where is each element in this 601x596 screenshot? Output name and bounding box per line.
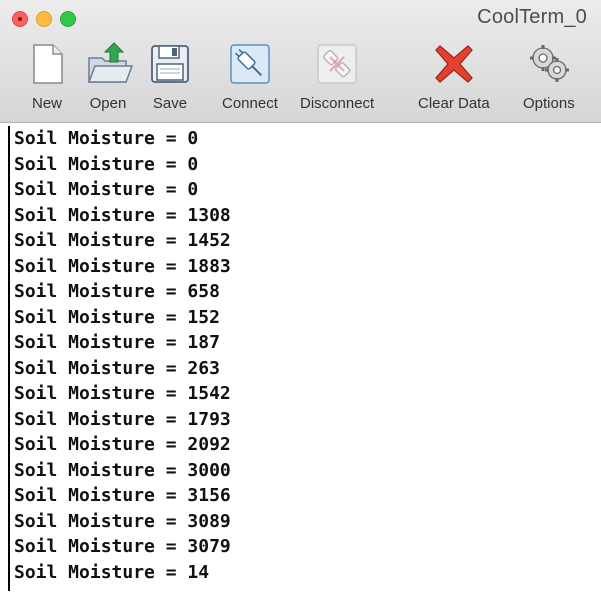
disconnect-button[interactable]: Disconnect — [300, 42, 374, 118]
terminal-output[interactable]: Soil Moisture = 0 Soil Moisture = 0 Soil… — [0, 123, 601, 596]
terminal-line: Soil Moisture = 2092 — [14, 434, 231, 455]
coolterm-window: CoolTerm_0 New Open Save Connect Disconn… — [0, 0, 601, 596]
terminal-line: Soil Moisture = 1793 — [14, 409, 231, 430]
new-document-icon — [25, 42, 69, 86]
clear-x-icon — [432, 42, 476, 86]
close-window-button[interactable] — [12, 11, 28, 27]
terminal-line: Soil Moisture = 3089 — [14, 511, 231, 532]
window-title: CoolTerm_0 — [477, 6, 587, 28]
terminal-line: Soil Moisture = 658 — [14, 281, 220, 302]
open-label: Open — [89, 95, 127, 112]
open-button[interactable]: Open — [86, 42, 134, 118]
terminal-line: Soil Moisture = 0 — [14, 128, 199, 149]
terminal-line: Soil Moisture = 3156 — [14, 485, 231, 506]
clear-data-label: Clear Data — [418, 95, 490, 112]
new-label: New — [31, 95, 62, 112]
connect-label: Connect — [222, 95, 278, 112]
terminal-line: Soil Moisture = 1452 — [14, 230, 231, 251]
save-button[interactable]: Save — [148, 42, 192, 118]
connect-button[interactable]: Connect — [222, 42, 278, 118]
terminal-line: Soil Moisture = 1883 — [14, 256, 231, 277]
terminal-left-border — [8, 126, 10, 591]
terminal-line: Soil Moisture = 0 — [14, 179, 199, 200]
new-button[interactable]: New — [25, 42, 69, 118]
disconnect-label: Disconnect — [300, 95, 375, 112]
maximize-window-button[interactable] — [60, 11, 76, 27]
minimize-window-button[interactable] — [36, 11, 52, 27]
save-label: Save — [152, 95, 188, 112]
terminal-line: Soil Moisture = 187 — [14, 332, 220, 353]
connect-plug-icon — [228, 42, 272, 86]
terminal-line: Soil Moisture = 263 — [14, 358, 220, 379]
options-label: Options — [523, 95, 575, 112]
titlebar-toolbar: CoolTerm_0 New Open Save Connect Disconn… — [0, 0, 601, 123]
terminal-line: Soil Moisture = 14 — [14, 562, 210, 583]
terminal-line: Soil Moisture = 1308 — [14, 205, 231, 226]
terminal-line: Soil Moisture = 1542 — [14, 383, 231, 404]
terminal-line: Soil Moisture = 152 — [14, 307, 220, 328]
terminal-line: Soil Moisture = 3079 — [14, 536, 231, 557]
gears-icon — [527, 42, 571, 86]
save-floppy-icon — [148, 42, 192, 86]
terminal-line: Soil Moisture = 3000 — [14, 460, 231, 481]
clear-data-button[interactable]: Clear Data — [418, 42, 490, 118]
disconnect-plug-icon — [315, 42, 359, 86]
open-folder-icon — [86, 42, 134, 86]
terminal-line: Soil Moisture = 0 — [14, 154, 199, 175]
options-button[interactable]: Options — [523, 42, 575, 118]
